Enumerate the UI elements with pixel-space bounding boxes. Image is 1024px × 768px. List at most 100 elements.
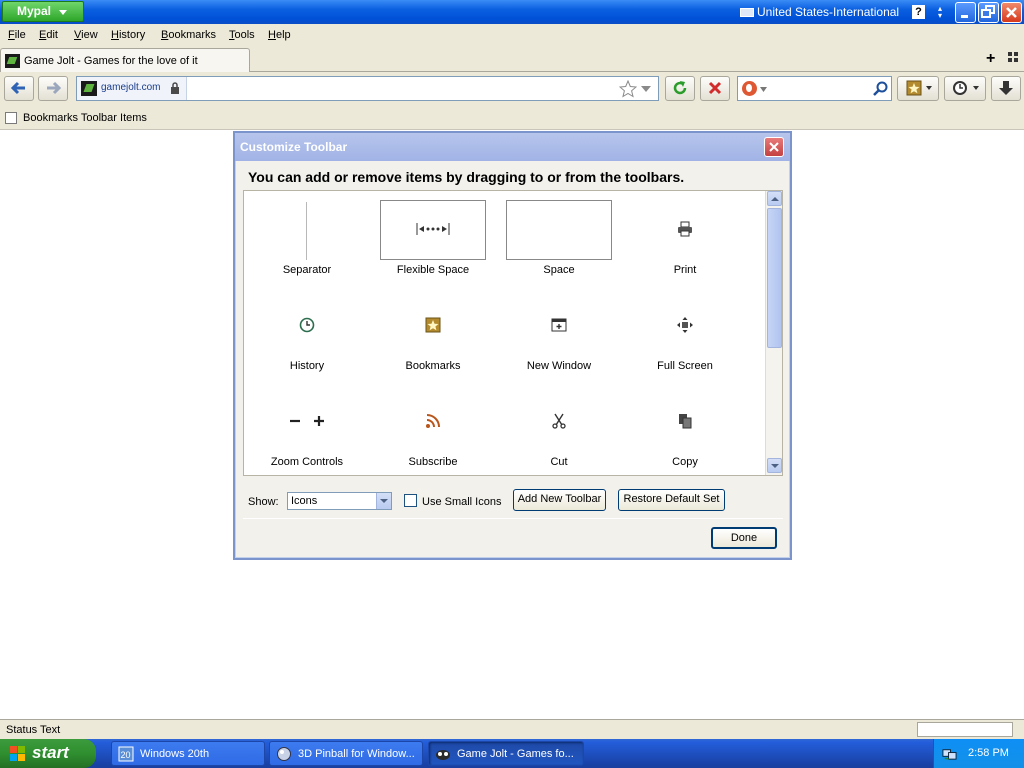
language-indicator[interactable]: United States-International (740, 3, 899, 21)
history-icon (299, 317, 315, 333)
search-icon[interactable] (873, 81, 888, 96)
chevron-down-icon[interactable] (376, 493, 391, 509)
palette-item-label: History (289, 360, 325, 372)
customize-toolbar-dialog: Customize Toolbar You can add or remove … (233, 131, 792, 560)
palette-item-full-screen[interactable]: Full Screen (622, 290, 748, 380)
restore-button[interactable] (978, 2, 999, 23)
palette-item-label: Full Screen (657, 360, 713, 372)
url-dropdown-icon[interactable] (641, 86, 651, 92)
new-tab-icon[interactable]: + (986, 50, 995, 68)
close-icon (769, 142, 779, 152)
back-button[interactable] (4, 76, 34, 101)
history-button[interactable] (944, 76, 986, 101)
palette-item-space[interactable]: Space (496, 194, 622, 284)
use-small-icons-label[interactable]: Use Small Icons (422, 496, 501, 508)
network-icon[interactable] (942, 746, 957, 761)
list-all-tabs-icon[interactable] (1008, 52, 1018, 62)
zoom-controls-icon (290, 416, 324, 426)
menu-accel: H (268, 29, 276, 41)
add-new-toolbar-button[interactable]: Add New Toolbar (513, 489, 606, 511)
palette-item-label: Flexible Space (396, 264, 470, 276)
duckduckgo-icon[interactable] (742, 81, 757, 96)
palette-item-label: Copy (672, 456, 698, 468)
star-bookmark-icon[interactable] (619, 80, 637, 98)
palette-item-history[interactable]: History (244, 290, 370, 380)
app-menu-label: Mypal (17, 4, 52, 18)
minimize-button[interactable] (955, 2, 976, 23)
language-bar-options-icon[interactable]: ▴ ▾ (936, 5, 944, 20)
palette-item-new-window[interactable]: New Window (496, 290, 622, 380)
palette-item-label: Print (673, 264, 697, 276)
downloads-button[interactable] (991, 76, 1021, 101)
status-text: Status Text (6, 724, 61, 736)
tab-gamejolt[interactable]: Game Jolt - Games for the love of it (0, 48, 250, 72)
bookmarks-toolbar-items[interactable]: Bookmarks Toolbar Items (23, 112, 147, 124)
taskbar-item-windows-20th[interactable]: 20 Windows 20th (111, 741, 265, 766)
scrollbar-thumb[interactable] (767, 208, 782, 348)
use-small-icons-checkbox[interactable] (404, 494, 417, 507)
palette-item-copy[interactable]: Copy (622, 386, 748, 475)
palette-item-subscribe[interactable]: Subscribe (370, 386, 496, 475)
forward-button[interactable] (38, 76, 68, 101)
palette-item-label: Space (543, 264, 575, 276)
show-mode-select[interactable]: Icons (287, 492, 392, 510)
menu-history[interactable]: History (111, 29, 145, 41)
menu-bookmarks[interactable]: Bookmarks (161, 29, 216, 41)
search-engine-dropdown-icon[interactable] (760, 87, 767, 92)
clock[interactable]: 2:58 PM (968, 747, 1009, 759)
palette-scrollbar[interactable] (765, 191, 782, 475)
keyboard-icon (740, 8, 754, 17)
show-label: Show: (248, 496, 279, 508)
full-screen-icon (677, 317, 693, 333)
scroll-up-icon[interactable] (767, 191, 782, 206)
palette-item-zoom-controls[interactable]: Zoom Controls (244, 386, 370, 475)
help-icon[interactable]: ? (912, 5, 925, 19)
bookmarks-menu-button[interactable] (897, 76, 939, 101)
copy-icon (679, 414, 692, 429)
tab-title: Game Jolt - Games for the love of it (24, 55, 198, 67)
bookmarks-toolbar: Bookmarks Toolbar Items (0, 106, 1024, 130)
start-button[interactable]: start (0, 739, 96, 768)
history-icon (953, 81, 979, 95)
tab-strip: Game Jolt - Games for the love of it (0, 46, 1024, 72)
palette-item-label: Cut (550, 456, 568, 468)
windows-logo-icon (10, 746, 26, 762)
url-bar[interactable]: gamejolt.com (76, 76, 659, 101)
minimize-icon (961, 15, 968, 18)
palette-item-separator[interactable]: Separator (244, 194, 370, 284)
palette-item-print[interactable]: Print (622, 194, 748, 284)
reload-button[interactable] (665, 76, 695, 101)
status-bar: Status Text (0, 719, 1024, 739)
menu-edit[interactable]: Edit (39, 29, 58, 41)
dialog-close-button[interactable] (764, 137, 784, 157)
palette-item-label: New Window (526, 360, 592, 372)
taskbar-item-game-jolt[interactable]: Game Jolt - Games fo... (428, 741, 584, 766)
site-identity-block[interactable]: gamejolt.com (77, 77, 187, 100)
navigation-toolbar: gamejolt.com (0, 72, 1024, 106)
menu-tools[interactable]: Tools (229, 29, 255, 41)
menu-help[interactable]: Help (268, 29, 291, 41)
menu-label: ools (234, 29, 255, 41)
scissors-icon (552, 413, 566, 429)
palette-item-cut[interactable]: Cut (496, 386, 622, 475)
stop-button[interactable] (700, 76, 730, 101)
taskbar-item-3d-pinball[interactable]: 3D Pinball for Window... (269, 741, 423, 766)
taskbar-item-label: Windows 20th (140, 748, 210, 760)
close-window-button[interactable] (1001, 2, 1022, 23)
scroll-down-icon[interactable] (767, 458, 782, 473)
new-window-icon (551, 318, 567, 332)
pinball-icon (277, 747, 291, 761)
menu-label: iew (81, 29, 98, 41)
search-bar[interactable] (737, 76, 892, 101)
separator-icon (306, 202, 307, 260)
restore-default-set-button[interactable]: Restore Default Set (618, 489, 725, 511)
chevron-down-icon (59, 10, 67, 15)
menu-view[interactable]: View (74, 29, 98, 41)
menu-accel: H (111, 29, 119, 41)
palette-item-flexible-space[interactable]: Flexible Space (370, 194, 496, 284)
menu-file[interactable]: File (8, 29, 26, 41)
palette-item-bookmarks[interactable]: Bookmarks (370, 290, 496, 380)
rss-icon (426, 414, 440, 428)
done-button[interactable]: Done (711, 527, 777, 549)
app-menu-button[interactable]: Mypal (2, 1, 84, 22)
